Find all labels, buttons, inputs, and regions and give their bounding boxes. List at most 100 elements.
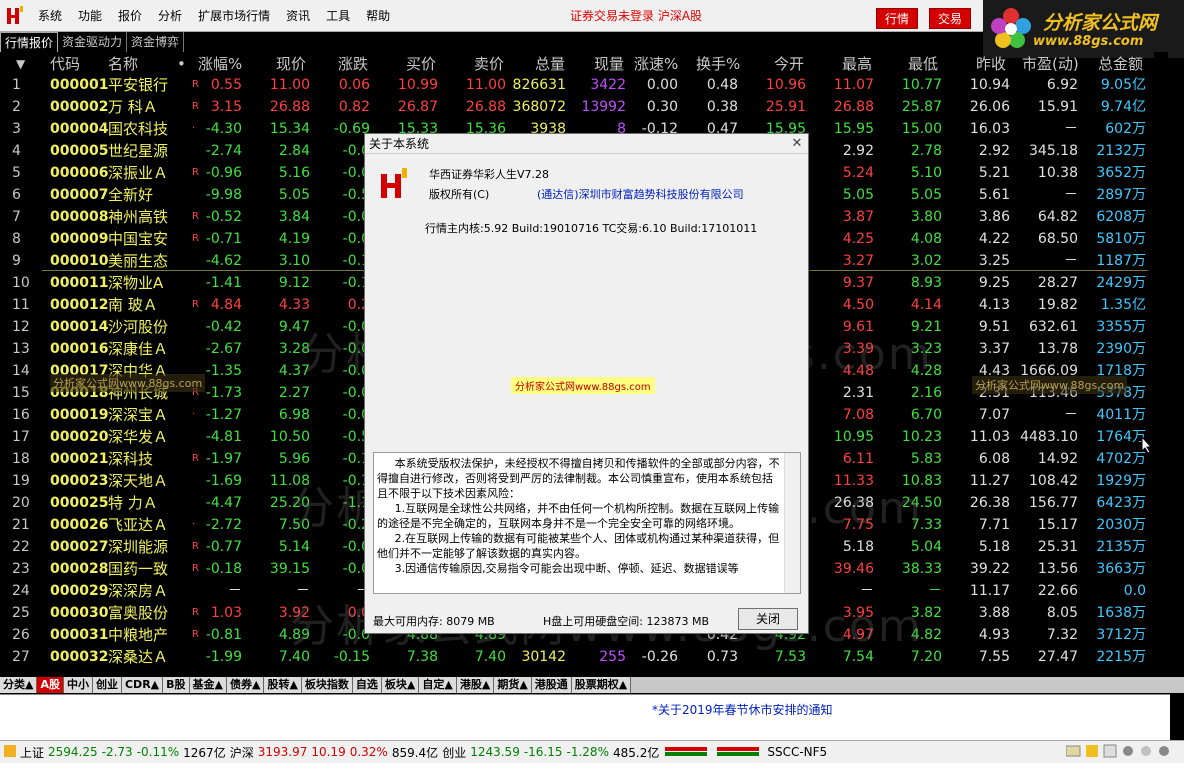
cell-high: 10.95 (833, 429, 874, 445)
menu-quote[interactable]: 报价 (110, 0, 150, 32)
col-open[interactable]: 今开 (774, 53, 804, 75)
cell-pe: 28.27 (1037, 275, 1078, 291)
col-ask[interactable]: 卖价 (474, 53, 504, 75)
tab-fund-game[interactable]: 资金博弈 (127, 32, 185, 52)
table-row[interactable]: 2 000002 万 科Ａ R 3.15 26.88 0.82 26.87 26.88 36807… (0, 96, 1150, 118)
tab-quote-list[interactable]: 行情报价 (0, 32, 59, 52)
close-icon[interactable]: ✕ (790, 137, 804, 151)
cell-code: 000001 (50, 77, 109, 93)
tab-options[interactable]: 股票期权▲ (571, 677, 632, 693)
cell-prev: 5.21 (978, 165, 1010, 181)
cell-chg_pct: -4.47 (205, 495, 242, 511)
cell-price: 5.96 (278, 451, 310, 467)
cell-high: 39.46 (833, 561, 874, 577)
cell-prev: 2.92 (978, 143, 1010, 159)
col-price[interactable]: 现价 (276, 53, 306, 75)
col-low[interactable]: 最低 (908, 53, 938, 75)
tab-cdr[interactable]: CDR▲ (121, 677, 164, 693)
cell-prev: 9.51 (978, 319, 1010, 335)
cell-code: 000021 (50, 451, 109, 467)
tab-b-share[interactable]: B股 (163, 677, 190, 693)
cell-high: 6.11 (842, 451, 874, 467)
col-change[interactable]: 涨跌 (338, 53, 368, 75)
tab-hk-connect[interactable]: 港股通 (531, 677, 572, 693)
menu-extended-market[interactable]: 扩展市场行情 (190, 0, 278, 32)
col-code[interactable]: 代码 (50, 53, 80, 75)
cell-amt: 9.74亿 (1100, 99, 1146, 115)
bottom-strip (0, 763, 1184, 783)
cell-amt: 1929万 (1096, 473, 1146, 489)
menu-system[interactable]: 系统 (30, 0, 70, 32)
col-high[interactable]: 最高 (842, 53, 872, 75)
tab-category[interactable]: 分类▲ (0, 677, 38, 693)
cell-pe: 15.91 (1037, 99, 1078, 115)
cell-low: 8.93 (910, 275, 942, 291)
tab-sector[interactable]: 板块▲ (381, 677, 420, 693)
cell-low: 4.14 (910, 297, 942, 313)
tab-sme[interactable]: 中小 (63, 677, 93, 693)
cell-pe: 13.56 (1037, 561, 1078, 577)
tab-a-share[interactable]: A股 (37, 677, 64, 693)
tab-custom[interactable]: 自定▲ (419, 677, 457, 693)
cell-name: 国药一致 (108, 560, 169, 578)
cell-prev: 4.22 (978, 231, 1010, 247)
trade-button[interactable]: 交易 (929, 8, 971, 29)
cell-chg_pct: 3.15 (210, 99, 242, 115)
market-breadth-icon (663, 745, 763, 760)
cell-chg_pct: 4.84 (210, 297, 242, 313)
tab-futures[interactable]: 期货▲ (494, 677, 532, 693)
col-turnover[interactable]: 换手% (696, 53, 740, 75)
col-name[interactable]: 名称 (108, 53, 138, 75)
col-pe[interactable]: 市盈(动) (1022, 53, 1079, 75)
cell-prev: 4.93 (978, 627, 1010, 643)
col-volume[interactable]: 总量 (535, 53, 565, 75)
product-name: 华西证券华彩人生V7.28 (429, 168, 550, 181)
news-link[interactable]: *关于2019年春节休市安排的通知 (652, 701, 833, 718)
col-change-pct[interactable]: 涨幅% (198, 53, 242, 75)
cell-amt: 2135万 (1096, 539, 1146, 555)
cell-low: 25.87 (901, 99, 942, 115)
tab-watchlist[interactable]: 自选 (352, 677, 382, 693)
cell-code: 000011 (50, 275, 109, 291)
disclaimer-text[interactable]: 本系统受版权法保护，未经授权不得擅自拷贝和传播软件的全部或部分内容，不得擅自进行… (373, 452, 801, 594)
cell-price: 4.33 (278, 297, 310, 313)
tab-sector-index[interactable]: 板块指数 (301, 677, 353, 693)
cell-price: 3.10 (278, 253, 310, 269)
tab-hk[interactable]: 港股▲ (456, 677, 495, 693)
tab-fund-drive[interactable]: 资金驱动力 (58, 32, 128, 52)
status-icon (4, 744, 16, 760)
col-prev-close[interactable]: 昨收 (976, 53, 1006, 75)
menu-analysis[interactable]: 分析 (150, 0, 190, 32)
tray-icons[interactable] (1065, 744, 1176, 761)
cell-price: 5.16 (278, 165, 310, 181)
tab-neeq[interactable]: 股转▲ (264, 677, 302, 693)
disclaimer-scrollbar[interactable] (784, 453, 800, 593)
cell-pe: 14.92 (1037, 451, 1078, 467)
cell-code: 000014 (50, 319, 109, 335)
quote-button[interactable]: 行情 (876, 8, 918, 29)
menu-help[interactable]: 帮助 (358, 0, 398, 32)
menu-tools[interactable]: 工具 (318, 0, 358, 32)
col-speed[interactable]: 涨速% (634, 53, 678, 75)
horizontal-scrollbar[interactable] (631, 677, 1184, 693)
close-button[interactable]: 关闭 (738, 608, 798, 630)
col-amount[interactable]: 总金额 (1098, 53, 1143, 75)
cell-chg: 0.82 (338, 99, 370, 115)
cell-amt: 5810万 (1096, 231, 1146, 247)
table-row[interactable]: 1 000001 平安银行 R 0.55 11.00 0.06 10.99 11.00 82663… (0, 74, 1150, 96)
cell-r: R (192, 79, 199, 90)
cell-chg: 0.06 (338, 77, 370, 93)
sort-icon[interactable]: ▼ (16, 53, 25, 75)
tab-chinext[interactable]: 创业 (92, 677, 122, 693)
col-cur-vol[interactable]: 现量 (594, 53, 624, 75)
col-bid[interactable]: 买价 (406, 53, 436, 75)
tab-bond[interactable]: 债券▲ (226, 677, 265, 693)
menu-function[interactable]: 功能 (70, 0, 110, 32)
cell-name: 世纪星源 (108, 142, 169, 160)
vertical-scrollbar[interactable] (1154, 52, 1168, 678)
cell-vol: 368072 (512, 99, 566, 115)
tab-fund[interactable]: 基金▲ (189, 677, 227, 693)
menu-info[interactable]: 资讯 (278, 0, 318, 32)
cell-prev: 3.86 (978, 209, 1010, 225)
cell-price: 5.14 (278, 539, 310, 555)
